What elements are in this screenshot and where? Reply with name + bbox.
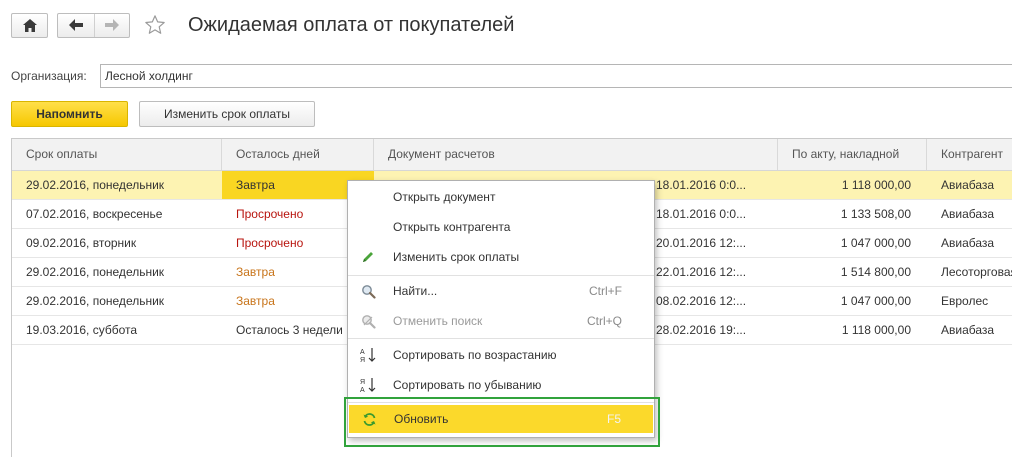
- cell-due-date: 29.02.2016, понедельник: [26, 265, 165, 279]
- favorite-star-button[interactable]: [143, 13, 167, 37]
- change-due-date-button[interactable]: Изменить срок оплаты: [139, 101, 315, 127]
- cell-document-date: 28.02.2016 19:...: [656, 323, 747, 337]
- cell-amount: 1 118 000,00: [841, 323, 911, 337]
- arrow-right-icon: [104, 19, 119, 31]
- column-header-by-act[interactable]: По акту, накладной: [778, 139, 927, 170]
- cell-amount: 1 047 000,00: [840, 294, 911, 308]
- cell-due-date: 19.03.2016, суббота: [26, 323, 138, 337]
- table-header: Срок оплаты Осталось дней Документ расче…: [12, 139, 1012, 171]
- remind-button[interactable]: Напомнить: [11, 101, 128, 127]
- menu-item-change-due-date[interactable]: Изменить срок оплаты: [348, 243, 654, 271]
- arrow-left-icon: [68, 19, 83, 31]
- org-input[interactable]: Лесной холдинг: [100, 64, 1012, 88]
- menu-item-label: Открыть документ: [393, 190, 496, 204]
- cell-document-date: 20.01.2016 12:...: [656, 236, 747, 250]
- cell-amount: 1 133 508,00: [840, 207, 911, 221]
- menu-item-sort-descending[interactable]: ЯA Сортировать по убыванию: [348, 371, 654, 399]
- menu-item-shortcut: Ctrl+Q: [586, 314, 622, 328]
- highlight-frame: [344, 397, 660, 447]
- pencil-icon: [360, 249, 376, 265]
- menu-item-shortcut: Ctrl+F: [589, 284, 622, 298]
- menu-item-find[interactable]: Найти... Ctrl+F: [348, 277, 654, 305]
- cell-partner: Авиабаза: [941, 236, 995, 250]
- cell-due-date: 29.02.2016, понедельник: [26, 294, 165, 308]
- cell-amount: 1 047 000,00: [840, 236, 911, 250]
- cell-document-date: 22.01.2016 12:...: [656, 265, 747, 279]
- column-header-due-date[interactable]: Срок оплаты: [12, 139, 222, 170]
- menu-item-sort-ascending[interactable]: AЯ Сортировать по возрастанию: [348, 341, 654, 369]
- cell-amount: 1 514 800,00: [840, 265, 911, 279]
- cell-due-date: 09.02.2016, вторник: [26, 236, 137, 250]
- column-header-days-left[interactable]: Осталось дней: [222, 139, 374, 170]
- cancel-search-icon: [360, 313, 376, 329]
- menu-item-label: Сортировать по возрастанию: [393, 348, 557, 362]
- svg-text:A: A: [360, 387, 365, 393]
- cell-amount: 1 118 000,00: [841, 178, 911, 192]
- cell-partner: Авиабаза: [941, 178, 995, 192]
- svg-text:Я: Я: [360, 357, 365, 363]
- back-button[interactable]: [58, 14, 94, 37]
- sort-desc-icon: ЯA: [360, 377, 376, 393]
- cell-partner: Авиабаза: [941, 207, 995, 221]
- menu-item-label: Сортировать по убыванию: [393, 378, 542, 392]
- svg-text:Я: Я: [360, 379, 365, 386]
- menu-separator: [348, 338, 654, 339]
- column-header-partner[interactable]: Контрагент: [927, 139, 1012, 170]
- forward-button[interactable]: [93, 13, 130, 37]
- menu-item-cancel-search[interactable]: Отменить поиск Ctrl+Q: [348, 307, 654, 335]
- toolbar: [11, 12, 167, 38]
- cell-document-date: 18.01.2016 0:0...: [656, 178, 747, 192]
- cell-partner: Евролес: [941, 294, 989, 308]
- history-nav: [57, 12, 130, 38]
- cell-due-date: 07.02.2016, воскресенье: [26, 207, 163, 221]
- svg-text:A: A: [360, 349, 365, 356]
- cell-partner: Авиабаза: [941, 323, 995, 337]
- home-icon: [22, 18, 37, 32]
- cell-partner: Лесоторговая база: [941, 265, 1012, 279]
- menu-item-label: Изменить срок оплаты: [393, 250, 520, 264]
- menu-item-label: Отменить поиск: [393, 314, 483, 328]
- menu-item-label: Открыть контрагента: [393, 220, 511, 234]
- star-icon: [145, 15, 165, 34]
- search-icon: [360, 283, 376, 299]
- cell-document-date: 08.02.2016 12:...: [656, 294, 747, 308]
- menu-separator: [348, 275, 654, 276]
- page-title: Ожидаемая оплата от покупателей: [188, 14, 515, 36]
- sort-asc-icon: AЯ: [360, 347, 376, 363]
- home-button[interactable]: [11, 12, 48, 38]
- cell-due-date: 29.02.2016, понедельник: [26, 178, 165, 192]
- menu-item-open-document[interactable]: Открыть документ: [348, 183, 654, 211]
- column-header-document[interactable]: Документ расчетов: [374, 139, 778, 170]
- cell-document-date: 18.01.2016 0:0...: [656, 207, 747, 221]
- org-label: Организация:: [11, 69, 87, 83]
- menu-item-label: Найти...: [393, 284, 438, 298]
- menu-item-open-partner[interactable]: Открыть контрагента: [348, 213, 654, 241]
